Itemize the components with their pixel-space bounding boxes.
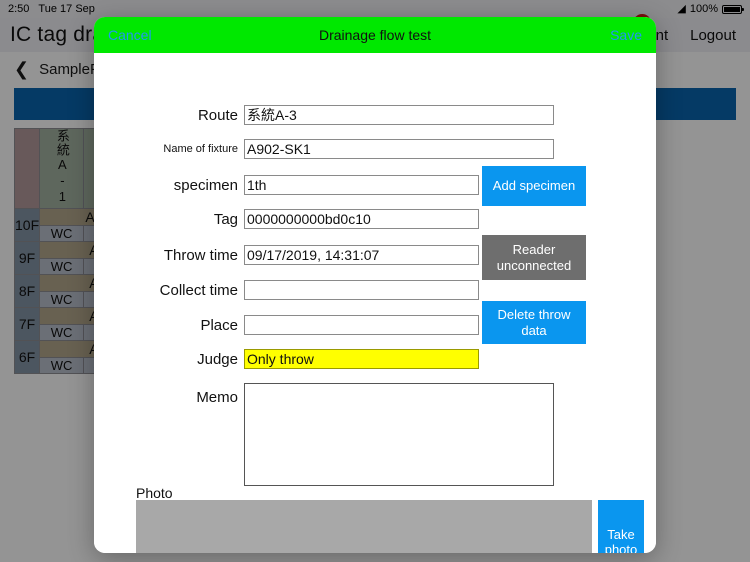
route-row: Route xyxy=(94,105,554,125)
battery-full-icon xyxy=(722,4,744,14)
fixture-cell[interactable]: WC xyxy=(39,357,85,374)
judge-row: Judge xyxy=(94,349,479,369)
name-of-fixture-label: Name of fixture xyxy=(163,143,238,155)
collect-time-row: Collect time xyxy=(94,280,479,300)
wifi-icon: ◢ xyxy=(677,2,686,15)
floor-cell[interactable]: 9F xyxy=(13,241,41,275)
route-input[interactable] xyxy=(244,105,554,125)
modal-header: Cancel Drainage flow test Save xyxy=(94,17,656,53)
table-corner-cell xyxy=(13,128,41,209)
photo-label: Photo xyxy=(136,485,173,501)
floor-cell[interactable]: 8F xyxy=(13,274,41,308)
reader-status-button[interactable]: Reader unconnected xyxy=(482,235,586,280)
place-input[interactable] xyxy=(244,315,479,335)
specimen-label: specimen xyxy=(173,176,238,194)
memo-label: Memo xyxy=(196,389,238,406)
logout-label: Logout xyxy=(690,26,736,44)
throw-time-row: Throw time xyxy=(94,245,479,265)
tag-input[interactable] xyxy=(244,209,479,229)
fixture-cell[interactable]: WC xyxy=(39,291,85,308)
judge-label: Judge xyxy=(197,350,238,368)
take-photo-button[interactable]: Take photo xyxy=(598,500,644,553)
route-label: Route xyxy=(197,106,238,124)
modal-title: Drainage flow test xyxy=(318,27,432,43)
name-of-fixture-input[interactable] xyxy=(244,139,554,159)
status-bar-left: 2:50 Tue 17 Sep xyxy=(8,3,95,15)
tag-row: Tag xyxy=(94,209,479,229)
status-time: 2:50 xyxy=(8,3,30,15)
fixture-cell[interactable]: WC xyxy=(39,225,85,242)
delete-throw-data-button[interactable]: Delete throw data xyxy=(482,301,586,344)
place-row: Place xyxy=(94,315,479,335)
judge-input[interactable] xyxy=(244,349,479,369)
specimen-row: specimen xyxy=(94,175,479,195)
battery-percent: 100% xyxy=(689,3,718,15)
photo-preview[interactable] xyxy=(136,500,592,553)
logout-button[interactable]: Logout xyxy=(690,27,736,44)
throw-time-label: Throw time xyxy=(163,246,238,264)
collect-time-label: Collect time xyxy=(159,281,238,299)
modal-body: Route Name of fixture specimen Tag Throw… xyxy=(94,53,656,553)
add-specimen-button[interactable]: Add specimen xyxy=(482,166,586,206)
place-label: Place xyxy=(200,316,238,334)
name-of-fixture-row: Name of fixture xyxy=(94,139,554,159)
status-bar-right: ◢ 100% xyxy=(677,2,744,15)
chevron-left-icon[interactable]: ❮ xyxy=(14,60,29,78)
floor-cell[interactable]: 7F xyxy=(13,307,41,341)
collect-time-input[interactable] xyxy=(244,280,479,300)
tag-label: Tag xyxy=(213,210,238,228)
throw-time-input[interactable] xyxy=(244,245,479,265)
column-header-cell: 系統A-1 xyxy=(39,128,85,209)
drainage-flow-test-modal: Cancel Drainage flow test Save Route Nam… xyxy=(94,17,656,553)
memo-textarea[interactable] xyxy=(244,383,554,486)
cancel-button[interactable]: Cancel xyxy=(108,27,152,43)
fixture-cell[interactable]: WC xyxy=(39,324,85,341)
floor-cell[interactable]: 10F xyxy=(13,208,41,242)
specimen-input[interactable] xyxy=(244,175,479,195)
save-button[interactable]: Save xyxy=(610,27,642,43)
status-date: Tue 17 Sep xyxy=(38,3,95,15)
floor-cell[interactable]: 6F xyxy=(13,340,41,374)
screen-root: 2:50 Tue 17 Sep ◢ 100% IC tag drainage t… xyxy=(0,0,750,562)
fixture-cell[interactable]: WC xyxy=(39,258,85,275)
